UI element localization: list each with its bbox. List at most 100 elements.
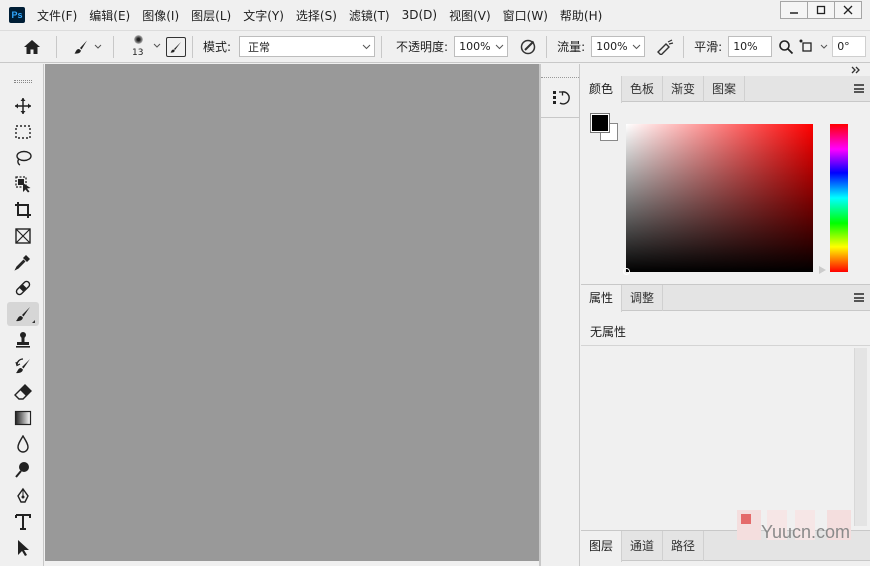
chevron-down-icon: [495, 44, 504, 50]
blur-tool[interactable]: [7, 432, 39, 456]
panel-menu-icon[interactable]: [854, 84, 864, 93]
airbrush-icon: [657, 38, 674, 55]
mode-select[interactable]: 正常: [239, 36, 376, 57]
object-selection-tool[interactable]: [7, 172, 39, 196]
smoothing-input[interactable]: 10%: [728, 36, 773, 57]
hue-slider-handle[interactable]: [819, 266, 826, 274]
brush-settings-toggle[interactable]: [166, 36, 186, 57]
tab-patterns[interactable]: 图案: [704, 76, 746, 102]
color-picker-handle[interactable]: [623, 268, 630, 275]
angle-dial[interactable]: [796, 36, 818, 58]
menu-bar: Ps 文件(F) 编辑(E) 图像(I) 图层(L) 文字(Y) 选择(S) 滤…: [0, 0, 870, 30]
gradient-tool[interactable]: [7, 406, 39, 430]
chevron-down-icon: [94, 44, 101, 49]
mode-value: 正常: [248, 40, 271, 54]
menu-help[interactable]: 帮助(H): [560, 7, 602, 24]
foreground-color-swatch[interactable]: [590, 113, 610, 133]
minimize-button[interactable]: [780, 1, 808, 19]
menu-window[interactable]: 窗口(W): [503, 7, 548, 24]
menu-image[interactable]: 图像(I): [142, 7, 179, 24]
hue-slider[interactable]: [830, 124, 848, 272]
panel-menu-icon[interactable]: [854, 293, 864, 302]
clone-stamp-tool[interactable]: [7, 328, 39, 352]
airbrush-button[interactable]: [653, 36, 677, 58]
tab-adjustments[interactable]: 调整: [622, 285, 664, 311]
brush-icon: [16, 307, 30, 322]
properties-panel: 属性 调整 无属性: [581, 284, 870, 530]
pen-tool[interactable]: [7, 484, 39, 508]
menu-file[interactable]: 文件(F): [37, 7, 77, 24]
frame-tool[interactable]: [7, 224, 39, 248]
menu-3d[interactable]: 3D(D): [402, 8, 437, 22]
properties-scrollbar[interactable]: [854, 348, 867, 526]
minimize-icon: [790, 12, 798, 14]
history-panel-button[interactable]: [549, 86, 573, 110]
opacity-label: 不透明度:: [396, 40, 449, 54]
path-selection-tool[interactable]: [7, 536, 39, 560]
brush-tip-preview: [134, 34, 143, 44]
flow-value: 100%: [596, 40, 628, 53]
menu-type[interactable]: 文字(Y): [243, 7, 284, 24]
chevron-down-icon: [820, 44, 828, 49]
tab-layers[interactable]: 图层: [581, 531, 623, 562]
panel-dock: [541, 64, 580, 566]
menu-select[interactable]: 选择(S): [296, 7, 337, 24]
type-tool[interactable]: [7, 510, 39, 534]
tab-color[interactable]: 颜色: [581, 76, 623, 103]
chevron-down-icon: [362, 44, 371, 50]
crop-tool[interactable]: [7, 198, 39, 222]
brush-panel-icon: [170, 41, 181, 53]
brush-preset-picker[interactable]: 13: [126, 32, 164, 62]
watermark: Yuucn.com: [737, 510, 857, 548]
home-icon: [24, 39, 40, 54]
document-canvas[interactable]: [45, 64, 539, 561]
object-selection-icon: [15, 176, 31, 193]
bandage-icon: [15, 280, 31, 296]
flow-label: 流量:: [557, 40, 586, 54]
angle-value: 0°: [837, 40, 850, 53]
tab-swatches[interactable]: 色板: [622, 76, 664, 102]
smoothing-options-button[interactable]: [776, 36, 796, 58]
tab-paths[interactable]: 路径: [663, 531, 705, 561]
lasso-icon: [16, 150, 32, 166]
gradient-icon: [14, 410, 32, 426]
lasso-tool[interactable]: [7, 146, 39, 170]
chevron-down-icon: [632, 44, 641, 50]
brush-tool[interactable]: [7, 302, 39, 326]
eraser-tool[interactable]: [7, 380, 39, 404]
arrow-cursor-icon: [18, 540, 29, 556]
menu-filter[interactable]: 滤镜(T): [349, 7, 390, 24]
marquee-tool[interactable]: [7, 120, 39, 144]
tab-gradients[interactable]: 渐变: [663, 76, 705, 102]
history-brush-tool[interactable]: [7, 354, 39, 378]
tab-channels[interactable]: 通道: [622, 531, 664, 561]
eyedropper-tool[interactable]: [7, 250, 39, 274]
maximize-button[interactable]: [807, 1, 835, 19]
properties-panel-tabs: 属性 调整: [581, 285, 870, 312]
move-tool[interactable]: [7, 94, 39, 118]
water-drop-icon: [17, 435, 29, 453]
menu-layer[interactable]: 图层(L): [191, 7, 231, 24]
color-field[interactable]: [623, 124, 813, 275]
panel-grip[interactable]: [14, 80, 32, 83]
close-icon: [843, 5, 853, 15]
close-button[interactable]: [834, 1, 862, 19]
smoothing-value: 10%: [733, 40, 758, 53]
crop-icon: [15, 202, 31, 218]
opacity-input[interactable]: 100%: [454, 36, 509, 57]
home-button[interactable]: [18, 35, 46, 59]
tab-properties[interactable]: 属性: [581, 285, 623, 312]
double-chevron-right-icon: [851, 66, 860, 74]
pressure-opacity-button[interactable]: [516, 36, 540, 58]
eraser-icon: [14, 384, 32, 400]
healing-brush-tool[interactable]: [7, 276, 39, 300]
dodge-tool[interactable]: [7, 458, 39, 482]
flow-input[interactable]: 100%: [591, 36, 646, 57]
menu-view[interactable]: 视图(V): [449, 7, 491, 24]
brush-icon: [74, 40, 87, 54]
menu-edit[interactable]: 编辑(E): [89, 7, 130, 24]
tool-preset-picker[interactable]: [69, 35, 105, 59]
window-controls: [780, 1, 862, 19]
pen-pressure-icon: [520, 39, 536, 54]
angle-input[interactable]: 0°: [832, 36, 867, 57]
